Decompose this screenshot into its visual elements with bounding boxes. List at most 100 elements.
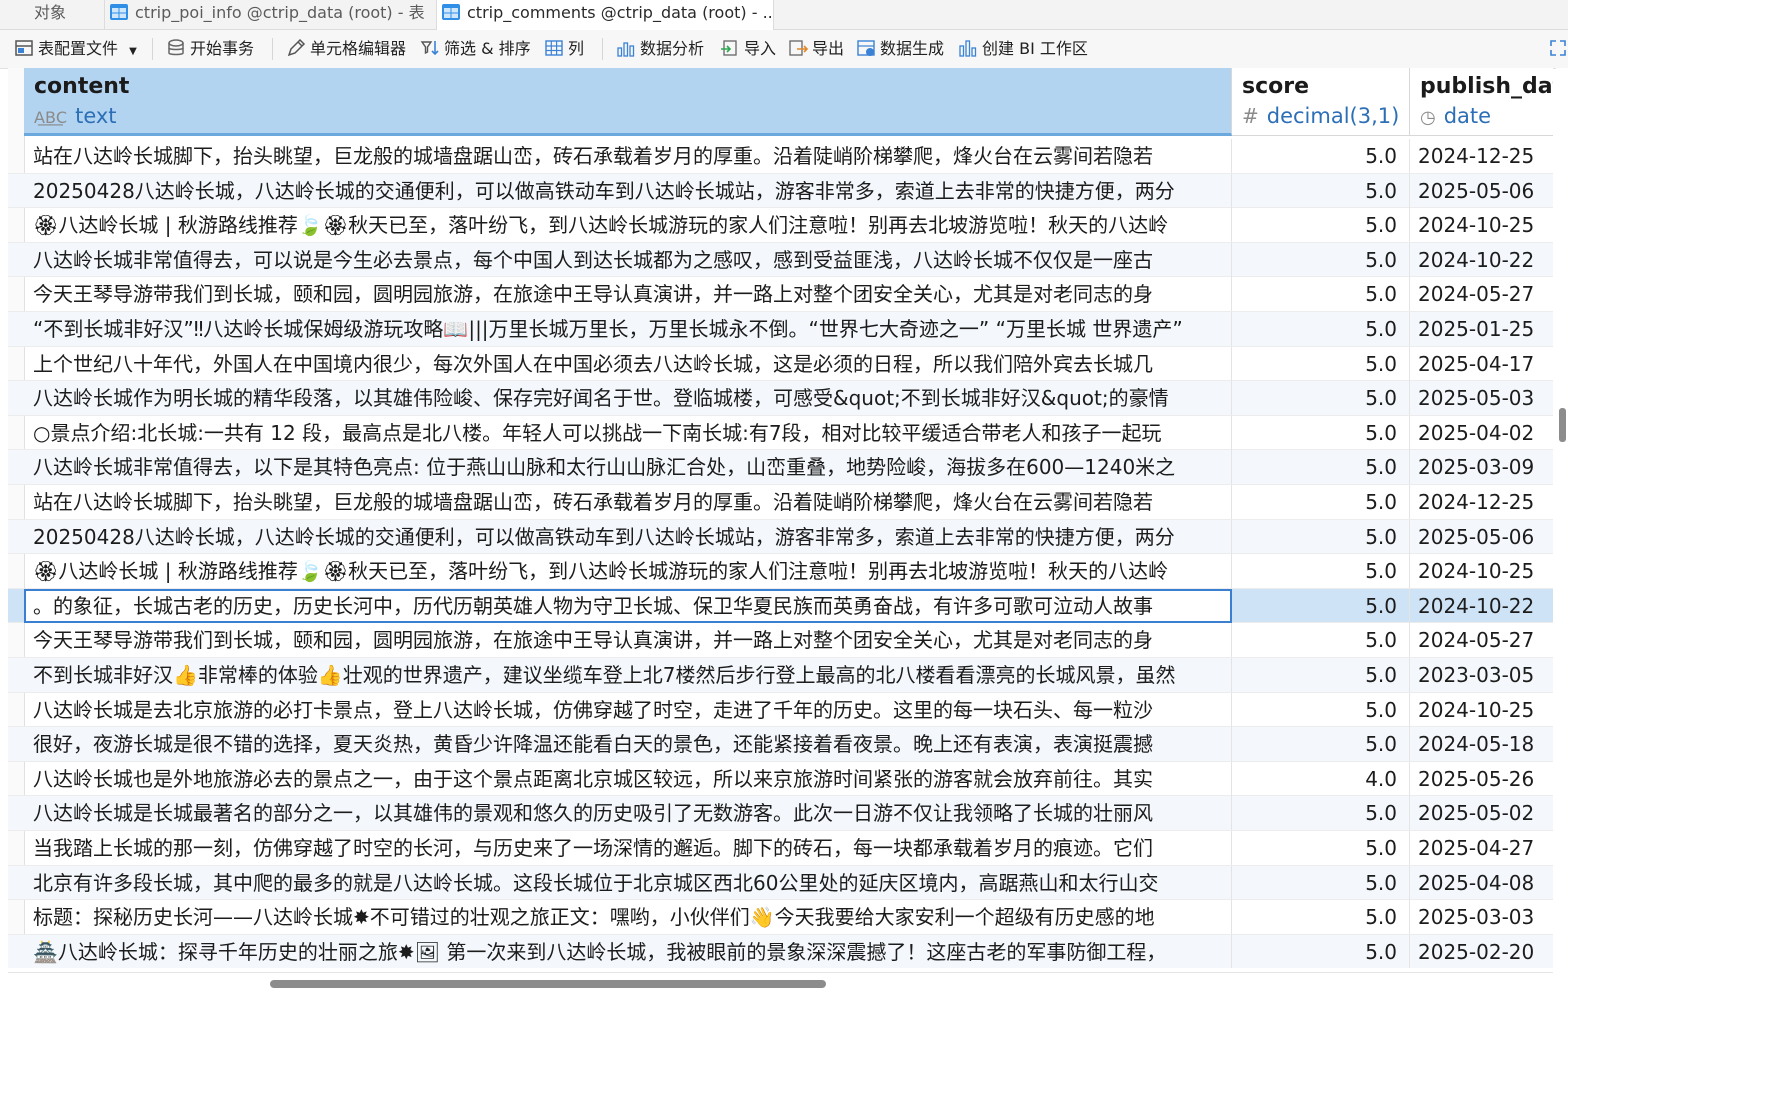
table-row[interactable]: 20250428八达岭长城，八达岭长城的交通便利，可以做高铁动车到八达岭长城站，… <box>8 173 1553 209</box>
content-cell[interactable]: 八达岭长城非常值得去，可以说是今生必去景点，每个中国人到达长城都为之感叹，感到受… <box>24 242 1232 277</box>
horizontal-scrollbar[interactable] <box>8 972 1553 993</box>
publish-date-cell[interactable]: 2024-10-25 <box>1410 208 1553 242</box>
publish-date-cell[interactable]: 2025-04-02 <box>1410 416 1553 450</box>
score-cell[interactable]: 5.0 <box>1232 692 1410 727</box>
publish-date-cell[interactable]: 2025-04-08 <box>1410 866 1553 900</box>
publish-date-cell[interactable]: 2025-05-02 <box>1410 796 1553 830</box>
publish-date-cell[interactable]: 2024-10-25 <box>1410 693 1553 727</box>
score-cell[interactable]: 5.0 <box>1232 312 1410 346</box>
publish-date-cell[interactable]: 2024-10-22 <box>1410 243 1553 277</box>
score-cell[interactable]: 5.0 <box>1232 658 1410 692</box>
table-row[interactable]: 八达岭长城非常值得去，可以说是今生必去景点，每个中国人到达长城都为之感叹，感到受… <box>8 242 1553 278</box>
publish-date-cell[interactable]: 2025-05-03 <box>1410 381 1553 415</box>
table-row[interactable]: 八达岭长城是长城最著名的部分之一，以其雄伟的景观和悠久的历史吸引了无数游客。此次… <box>8 796 1553 831</box>
publish-date-cell[interactable]: 2024-05-27 <box>1410 277 1553 311</box>
score-cell[interactable]: 5.0 <box>1232 865 1410 900</box>
score-cell[interactable]: 5.0 <box>1232 934 1410 968</box>
content-cell[interactable]: 今天王琴导游带我们到长城，颐和园，圆明园旅游，在旅途中王导认真演讲，并一路上对整… <box>24 623 1232 658</box>
content-cell[interactable]: 不到长城非好汉👍非常棒的体验👍壮观的世界遗产，建议坐缆车登上北7楼然后步行登上最… <box>24 658 1232 692</box>
content-cell[interactable]: ○景点介绍:北长城:一共有 12 段，最高点是北八楼。年轻人可以挑战一下南长城:… <box>24 415 1232 450</box>
table-row[interactable]: 八达岭长城非常值得去，以下是其特色亮点: 位于燕山山脉和太行山山脉汇合处，山峦重… <box>8 450 1553 485</box>
score-cell[interactable]: 5.0 <box>1232 277 1410 312</box>
table-row[interactable]: 站在八达岭长城脚下，抬头眺望，巨龙般的城墙盘踞山峦，砖石承载着岁月的厚重。沿着陡… <box>8 485 1553 520</box>
publish-date-cell[interactable]: 2024-10-25 <box>1410 554 1553 588</box>
vertical-scrollbar[interactable] <box>1556 68 1568 968</box>
score-cell[interactable]: 5.0 <box>1232 796 1410 831</box>
score-cell[interactable]: 5.0 <box>1232 415 1410 450</box>
table-row[interactable]: 八达岭长城作为明长城的精华段落，以其雄伟险峻、保存完好闻名于世。登临城楼，可感受… <box>8 381 1553 416</box>
content-cell[interactable]: 当我踏上长城的那一刻，仿佛穿越了时空的长河，与历史来了一场深情的邂逅。脚下的砖石… <box>24 831 1232 865</box>
table-row[interactable]: 今天王琴导游带我们到长城，颐和园，圆明园旅游，在旅途中王导认真演讲，并一路上对整… <box>8 277 1553 312</box>
table-row[interactable]: 今天王琴导游带我们到长城，颐和园，圆明园旅游，在旅途中王导认真演讲，并一路上对整… <box>8 623 1553 658</box>
tab-objects[interactable]: 对象 <box>0 0 100 29</box>
table-row[interactable]: 八达岭长城是去北京旅游的必打卡景点，登上八达岭长城，仿佛穿越了时空，走进了千年的… <box>8 692 1553 728</box>
content-cell[interactable]: 站在八达岭长城脚下，抬头眺望，巨龙般的城墙盘踞山峦，砖石承载着岁月的厚重。沿着陡… <box>24 485 1232 519</box>
content-cell[interactable]: 八达岭长城非常值得去，以下是其特色亮点: 位于燕山山脉和太行山山脉汇合处，山峦重… <box>24 450 1232 485</box>
score-cell[interactable]: 5.0 <box>1232 623 1410 658</box>
vertical-scroll-thumb[interactable] <box>1559 408 1566 442</box>
content-cell[interactable]: 标题：探秘历史长河——八达岭长城✸不可错过的壮观之旅正文：嘿哟，小伙伴们👋今天我… <box>24 900 1232 935</box>
publish-date-cell[interactable]: 2025-01-25 <box>1410 312 1553 346</box>
content-cell[interactable]: 八达岭长城作为明长城的精华段落，以其雄伟险峻、保存完好闻名于世。登临城楼，可感受… <box>24 381 1232 416</box>
publish-date-cell[interactable]: 2025-02-20 <box>1410 935 1553 968</box>
publish-date-cell[interactable]: 2025-04-27 <box>1410 831 1553 865</box>
score-cell[interactable]: 5.0 <box>1232 900 1410 935</box>
columns-button[interactable]: 列 <box>544 36 584 62</box>
score-cell[interactable]: 5.0 <box>1232 381 1410 416</box>
content-cell[interactable]: 八达岭长城是去北京旅游的必打卡景点，登上八达岭长城，仿佛穿越了时空，走进了千年的… <box>24 692 1232 727</box>
score-cell[interactable]: 5.0 <box>1232 208 1410 243</box>
expand-icon[interactable] <box>1550 40 1566 56</box>
publish-date-cell[interactable]: 2024-05-18 <box>1410 727 1553 761</box>
content-cell[interactable]: 站在八达岭长城脚下，抬头眺望，巨龙般的城墙盘踞山峦，砖石承载着岁月的厚重。沿着陡… <box>24 139 1232 173</box>
tab-poi-info-table[interactable]: ctrip_poi_info @ctrip_data (root) - 表 <box>104 0 427 29</box>
content-cell[interactable]: 八达岭长城是长城最著名的部分之一，以其雄伟的景观和悠久的历史吸引了无数游客。此次… <box>24 796 1232 831</box>
content-cell[interactable]: 今天王琴导游带我们到长城，颐和园，圆明园旅游，在旅途中王导认真演讲，并一路上对整… <box>24 277 1232 312</box>
score-cell[interactable]: 4.0 <box>1232 761 1410 796</box>
table-row[interactable]: 很好，夜游长城是很不错的选择，夏天炎热，黄昏少许降温还能看白天的景色，还能紧接着… <box>8 727 1553 762</box>
publish-date-cell[interactable]: 2025-05-06 <box>1410 520 1553 554</box>
import-button[interactable]: 导入 <box>720 36 776 62</box>
score-cell[interactable]: 5.0 <box>1232 485 1410 519</box>
horizontal-scroll-thumb[interactable] <box>270 980 826 988</box>
publish-date-cell[interactable]: 2024-05-27 <box>1410 623 1553 657</box>
publish-date-cell[interactable]: 2023-03-05 <box>1410 658 1553 692</box>
score-cell[interactable]: 5.0 <box>1232 139 1410 173</box>
table-row[interactable]: 20250428八达岭长城，八达岭长城的交通便利，可以做高铁动车到八达岭长城站，… <box>8 519 1553 555</box>
create-bi-workspace-button[interactable]: 创建 BI 工作区 <box>958 36 1088 62</box>
table-row[interactable]: 站在八达岭长城脚下，抬头眺望，巨龙般的城墙盘踞山峦，砖石承载着岁月的厚重。沿着陡… <box>8 139 1553 174</box>
content-cell[interactable]: 20250428八达岭长城，八达岭长城的交通便利，可以做高铁动车到八达岭长城站，… <box>24 519 1232 554</box>
table-row[interactable]: 🏵八达岭长城 | 秋游路线推荐🍃🏵秋天已至，落叶纷飞，到八达岭长城游玩的家人们注… <box>8 208 1553 243</box>
content-cell[interactable]: 上个世纪八十年代，外国人在中国境内很少，每次外国人在中国必须去八达岭长城，这是必… <box>24 346 1232 381</box>
score-cell[interactable]: 5.0 <box>1232 173 1410 208</box>
table-row[interactable]: 标题：探秘历史长河——八达岭长城✸不可错过的壮观之旅正文：嘿哟，小伙伴们👋今天我… <box>8 900 1553 935</box>
table-row[interactable]: 不到长城非好汉👍非常棒的体验👍壮观的世界遗产，建议坐缆车登上北7楼然后步行登上最… <box>8 658 1553 693</box>
config-file-button[interactable]: 表配置文件 ▼ <box>14 36 137 62</box>
content-cell[interactable]: 🏯八达岭长城：探寻千年历史的壮丽之旅✸🖼 第一次来到八达岭长城，我被眼前的景象深… <box>24 934 1232 968</box>
data-generation-button[interactable]: 数据生成 <box>856 36 944 62</box>
publish-date-cell[interactable]: 2024-12-25 <box>1410 139 1553 173</box>
table-row[interactable]: 的象征，长城古老的历史，历史长河中，历代历朝英雄人物为守卫长城、保卫华夏民族而英… <box>8 588 1553 624</box>
table-row[interactable]: 🏯八达岭长城：探寻千年历史的壮丽之旅✸🖼 第一次来到八达岭长城，我被眼前的景象深… <box>8 934 1553 968</box>
score-cell[interactable]: 5.0 <box>1232 727 1410 762</box>
content-cell[interactable]: “不到长城非好汉”‼八达岭长城保姆级游玩攻略📖|||万里长城万里长，万里长城永不… <box>24 312 1232 346</box>
table-row[interactable]: 八达岭长城也是外地旅游必去的景点之一，由于这个景点距离北京城区较远，所以来京旅游… <box>8 761 1553 797</box>
tab-comments-table[interactable]: ctrip_comments @ctrip_data (root) - ... <box>436 0 774 30</box>
table-row[interactable]: ○景点介绍:北长城:一共有 12 段，最高点是北八楼。年轻人可以挑战一下南长城:… <box>8 415 1553 451</box>
table-row[interactable]: “不到长城非好汉”‼八达岭长城保姆级游玩攻略📖|||万里长城万里长，万里长城永不… <box>8 312 1553 347</box>
score-cell[interactable]: 5.0 <box>1232 831 1410 865</box>
publish-date-cell[interactable]: 2024-12-25 <box>1410 485 1553 519</box>
cell-editor-button[interactable]: 单元格编辑器 <box>286 36 406 62</box>
table-row[interactable]: 当我踏上长城的那一刻，仿佛穿越了时空的长河，与历史来了一场深情的邂逅。脚下的砖石… <box>8 831 1553 866</box>
publish-date-cell[interactable]: 2025-03-09 <box>1410 450 1553 484</box>
publish-date-cell[interactable]: 2024-10-22 <box>1410 589 1553 623</box>
table-row[interactable]: 上个世纪八十年代，外国人在中国境内很少，每次外国人在中国必须去八达岭长城，这是必… <box>8 346 1553 382</box>
score-cell[interactable]: 5.0 <box>1232 450 1410 485</box>
score-cell[interactable]: 5.0 <box>1232 242 1410 277</box>
publish-date-cell[interactable]: 2025-04-17 <box>1410 347 1553 381</box>
column-header-publish-date[interactable]: publish_date ◷date <box>1410 68 1553 136</box>
score-cell[interactable]: 5.0 <box>1232 554 1410 589</box>
column-header-score[interactable]: score # decimal(3,1) <box>1232 68 1410 136</box>
table-row[interactable]: 北京有许多段长城，其中爬的最多的就是八达岭长城。这段长城位于北京城区西北60公里… <box>8 865 1553 901</box>
content-cell[interactable]: 20250428八达岭长城，八达岭长城的交通便利，可以做高铁动车到八达岭长城站，… <box>24 173 1232 208</box>
export-button[interactable]: 导出 <box>788 36 844 62</box>
